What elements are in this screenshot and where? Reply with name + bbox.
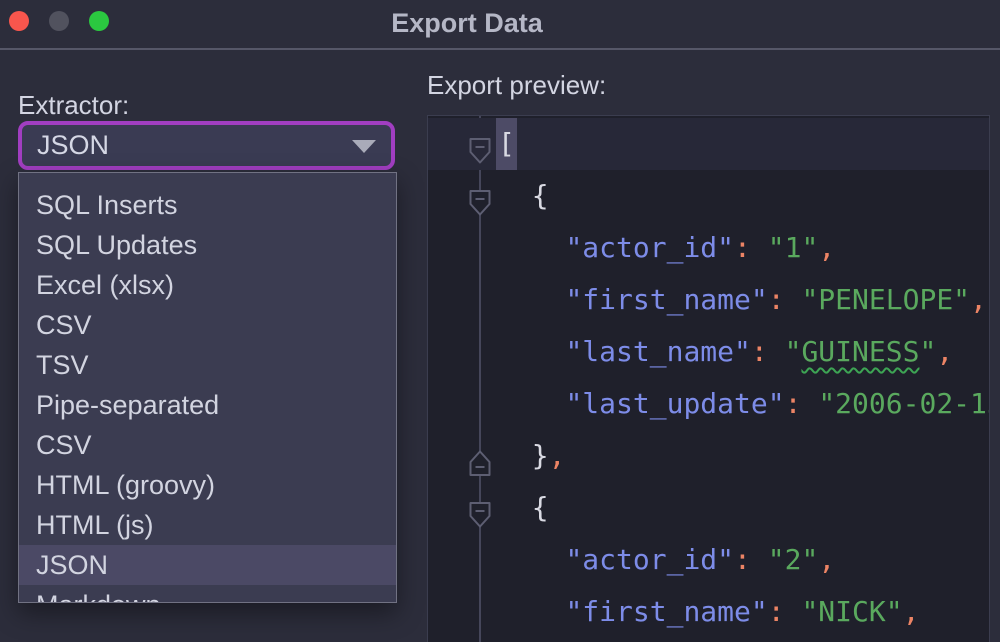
code-text: [ xyxy=(428,127,515,160)
dropdown-item[interactable]: Excel (xlsx) xyxy=(19,265,396,305)
code-line[interactable]: [ xyxy=(428,118,989,170)
dropdown-item[interactable]: CSV xyxy=(19,305,396,345)
code-text: { xyxy=(428,491,549,524)
minimize-button[interactable] xyxy=(49,11,69,31)
code-line[interactable]: "actor_id": "1", xyxy=(428,222,989,274)
code-line[interactable]: "first_name": "PENELOPE", xyxy=(428,274,989,326)
code-line[interactable]: { xyxy=(428,170,989,222)
code-text: "last_update": "2006-02-15 xyxy=(428,387,990,420)
combobox-value: JSON xyxy=(37,130,109,161)
code-text: "first_name": "PENELOPE", xyxy=(428,283,987,316)
code-text: "actor_id": "1", xyxy=(428,231,835,264)
code-line[interactable]: "last_name": "GUINESS", xyxy=(428,326,989,378)
code-line[interactable]: }, xyxy=(428,430,989,482)
code-text: "actor_id": "2", xyxy=(428,543,835,576)
close-button[interactable] xyxy=(9,11,29,31)
dropdown-item[interactable]: SQL Updates xyxy=(19,225,396,265)
code-text: { xyxy=(428,179,549,212)
chevron-down-icon xyxy=(352,140,376,153)
extractor-combobox[interactable]: JSON xyxy=(18,121,395,170)
dropdown-item[interactable]: SQL Inserts xyxy=(19,185,396,225)
dropdown-item[interactable]: CSV xyxy=(19,425,396,465)
window-title: Export Data xyxy=(391,8,543,39)
dropdown-item[interactable]: JSON xyxy=(19,545,396,585)
dropdown-item[interactable]: Markdown xyxy=(19,585,396,603)
export-preview-label: Export preview: xyxy=(427,70,606,101)
dropdown-item[interactable]: HTML (js) xyxy=(19,505,396,545)
code-area: [ { "actor_id": "1", "first_name": "PENE… xyxy=(428,116,989,638)
code-line[interactable]: { xyxy=(428,482,989,534)
code-line[interactable]: "last_update": "2006-02-15 xyxy=(428,378,989,430)
extractor-dropdown-list: SQL InsertsSQL UpdatesExcel (xlsx)CSVTSV… xyxy=(18,172,397,603)
dropdown-item[interactable]: TSV xyxy=(19,345,396,385)
extractor-label: Extractor: xyxy=(18,90,129,121)
code-line[interactable]: "actor_id": "2", xyxy=(428,534,989,586)
export-data-dialog: Export Data Extractor: JSON SQL InsertsS… xyxy=(0,0,1000,642)
dropdown-item[interactable]: HTML (groovy) xyxy=(19,465,396,505)
code-line[interactable]: "first_name": "NICK", xyxy=(428,586,989,638)
zoom-button[interactable] xyxy=(89,11,109,31)
export-preview-editor[interactable]: [ { "actor_id": "1", "first_name": "PENE… xyxy=(427,115,990,642)
title-bar: Export Data xyxy=(0,0,1000,50)
dropdown-item[interactable]: Pipe-separated xyxy=(19,385,396,425)
code-text: "first_name": "NICK", xyxy=(428,595,919,628)
code-text: "last_name": "GUINESS", xyxy=(428,335,953,368)
code-text: }, xyxy=(428,439,565,472)
